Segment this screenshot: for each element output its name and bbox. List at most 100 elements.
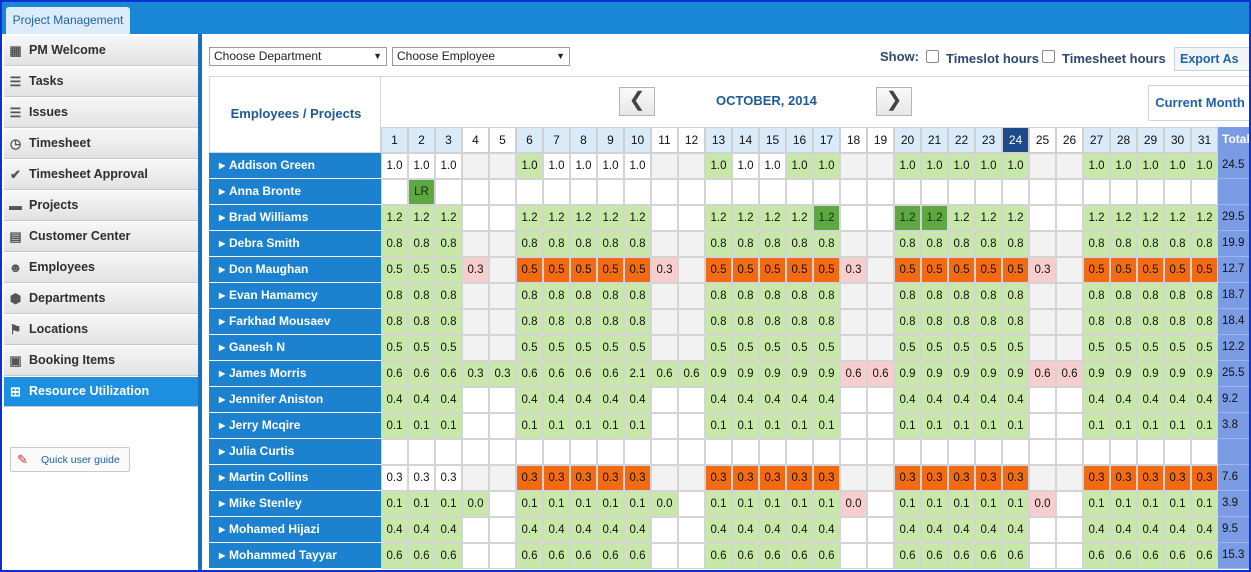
utilization-cell[interactable]: 0.5 bbox=[1137, 257, 1164, 283]
utilization-cell[interactable]: 0.5 bbox=[1137, 335, 1164, 361]
utilization-cell[interactable]: 0.9 bbox=[1164, 361, 1191, 387]
utilization-cell[interactable]: 1.2 bbox=[1110, 205, 1137, 231]
utilization-cell[interactable] bbox=[1029, 205, 1056, 231]
utilization-cell[interactable]: 0.6 bbox=[624, 543, 651, 569]
sidebar-item-pm-welcome[interactable]: ▦ PM Welcome bbox=[4, 36, 198, 66]
utilization-cell[interactable]: 0.6 bbox=[1164, 543, 1191, 569]
utilization-cell[interactable]: 0.6 bbox=[543, 543, 570, 569]
utilization-cell[interactable] bbox=[462, 439, 489, 465]
expand-arrow-icon[interactable]: ▶ bbox=[219, 283, 225, 308]
utilization-cell[interactable]: 0.8 bbox=[1164, 283, 1191, 309]
utilization-cell[interactable] bbox=[840, 283, 867, 309]
utilization-cell[interactable]: 1.2 bbox=[1002, 205, 1029, 231]
utilization-cell[interactable] bbox=[678, 205, 705, 231]
utilization-cell[interactable]: 0.6 bbox=[1056, 361, 1083, 387]
utilization-cell[interactable]: 0.4 bbox=[1002, 517, 1029, 543]
utilization-cell[interactable]: 1.0 bbox=[921, 153, 948, 179]
tab-project-management[interactable]: Project Management bbox=[6, 7, 130, 34]
utilization-cell[interactable]: 1.0 bbox=[948, 153, 975, 179]
utilization-cell[interactable]: 0.8 bbox=[381, 231, 408, 257]
utilization-cell[interactable] bbox=[462, 517, 489, 543]
employee-row-header[interactable]: ▶ Martin Collins bbox=[209, 465, 381, 491]
utilization-cell[interactable]: 0.6 bbox=[435, 361, 462, 387]
utilization-cell[interactable]: 0.6 bbox=[408, 543, 435, 569]
utilization-cell[interactable] bbox=[840, 543, 867, 569]
utilization-cell[interactable] bbox=[1029, 387, 1056, 413]
utilization-cell[interactable]: 1.0 bbox=[759, 153, 786, 179]
expand-arrow-icon[interactable]: ▶ bbox=[219, 179, 225, 204]
utilization-cell[interactable]: 0.1 bbox=[705, 491, 732, 517]
utilization-cell[interactable]: 0.8 bbox=[1083, 283, 1110, 309]
utilization-cell[interactable] bbox=[867, 543, 894, 569]
utilization-cell[interactable] bbox=[1056, 309, 1083, 335]
utilization-cell[interactable] bbox=[1002, 179, 1029, 205]
utilization-cell[interactable] bbox=[651, 413, 678, 439]
utilization-cell[interactable]: 0.6 bbox=[1002, 543, 1029, 569]
utilization-cell[interactable]: 0.8 bbox=[516, 283, 543, 309]
utilization-cell[interactable]: 0.3 bbox=[786, 465, 813, 491]
employee-row-header[interactable]: ▶ Anna Bronte bbox=[209, 179, 381, 205]
utilization-cell[interactable] bbox=[489, 335, 516, 361]
utilization-cell[interactable]: 0.5 bbox=[894, 257, 921, 283]
utilization-cell[interactable] bbox=[840, 205, 867, 231]
utilization-cell[interactable]: 0.5 bbox=[1191, 335, 1218, 361]
utilization-cell[interactable]: 0.1 bbox=[732, 491, 759, 517]
utilization-cell[interactable]: 0.1 bbox=[948, 413, 975, 439]
utilization-cell[interactable]: 0.8 bbox=[408, 309, 435, 335]
utilization-cell[interactable] bbox=[516, 179, 543, 205]
utilization-cell[interactable]: 1.2 bbox=[813, 205, 840, 231]
utilization-cell[interactable]: 0.8 bbox=[1137, 309, 1164, 335]
utilization-cell[interactable] bbox=[381, 439, 408, 465]
utilization-cell[interactable]: 0.3 bbox=[1137, 465, 1164, 491]
utilization-cell[interactable]: 0.4 bbox=[381, 387, 408, 413]
utilization-cell[interactable] bbox=[489, 231, 516, 257]
utilization-cell[interactable]: 1.0 bbox=[894, 153, 921, 179]
utilization-cell[interactable]: 0.5 bbox=[732, 257, 759, 283]
utilization-cell[interactable]: 0.4 bbox=[624, 517, 651, 543]
utilization-cell[interactable]: 0.4 bbox=[786, 387, 813, 413]
utilization-cell[interactable]: 0.8 bbox=[1164, 309, 1191, 335]
utilization-cell[interactable]: 0.6 bbox=[435, 543, 462, 569]
utilization-cell[interactable]: 1.0 bbox=[624, 153, 651, 179]
utilization-cell[interactable]: 0.8 bbox=[597, 283, 624, 309]
utilization-cell[interactable]: 0.4 bbox=[570, 517, 597, 543]
utilization-cell[interactable] bbox=[1029, 179, 1056, 205]
utilization-cell[interactable]: 0.1 bbox=[1164, 491, 1191, 517]
utilization-cell[interactable]: 0.8 bbox=[921, 309, 948, 335]
utilization-cell[interactable]: 0.6 bbox=[867, 361, 894, 387]
utilization-cell[interactable]: 0.1 bbox=[759, 413, 786, 439]
utilization-cell[interactable] bbox=[1056, 543, 1083, 569]
utilization-cell[interactable]: 0.3 bbox=[462, 361, 489, 387]
utilization-cell[interactable]: 0.1 bbox=[786, 413, 813, 439]
utilization-cell[interactable]: 1.2 bbox=[597, 205, 624, 231]
expand-arrow-icon[interactable]: ▶ bbox=[219, 309, 225, 334]
utilization-cell[interactable] bbox=[1029, 517, 1056, 543]
utilization-cell[interactable]: 0.4 bbox=[1164, 517, 1191, 543]
utilization-cell[interactable]: 0.5 bbox=[570, 335, 597, 361]
utilization-cell[interactable]: 1.2 bbox=[624, 205, 651, 231]
utilization-cell[interactable]: 1.2 bbox=[948, 205, 975, 231]
quick-user-guide-button[interactable]: ✎ Quick user guide bbox=[10, 447, 130, 472]
utilization-cell[interactable]: 1.0 bbox=[435, 153, 462, 179]
utilization-cell[interactable]: 0.5 bbox=[1110, 257, 1137, 283]
utilization-cell[interactable]: 0.6 bbox=[678, 361, 705, 387]
expand-arrow-icon[interactable]: ▶ bbox=[219, 465, 225, 490]
utilization-cell[interactable]: 2.1 bbox=[624, 361, 651, 387]
department-select[interactable]: Choose Department ▼ bbox=[209, 47, 387, 66]
utilization-cell[interactable] bbox=[462, 465, 489, 491]
utilization-cell[interactable]: LR bbox=[408, 179, 435, 205]
utilization-cell[interactable]: 0.6 bbox=[381, 543, 408, 569]
utilization-cell[interactable] bbox=[1110, 439, 1137, 465]
employee-select[interactable]: Choose Employee ▼ bbox=[392, 47, 570, 66]
utilization-cell[interactable]: 0.8 bbox=[705, 283, 732, 309]
utilization-cell[interactable]: 0.8 bbox=[705, 309, 732, 335]
utilization-cell[interactable] bbox=[570, 179, 597, 205]
utilization-cell[interactable]: 0.1 bbox=[1191, 413, 1218, 439]
utilization-cell[interactable]: 0.8 bbox=[894, 309, 921, 335]
utilization-cell[interactable] bbox=[489, 179, 516, 205]
utilization-cell[interactable]: 0.6 bbox=[921, 543, 948, 569]
utilization-cell[interactable]: 0.5 bbox=[597, 335, 624, 361]
employee-row-header[interactable]: ▶ James Morris bbox=[209, 361, 381, 387]
utilization-cell[interactable] bbox=[840, 387, 867, 413]
utilization-cell[interactable]: 0.4 bbox=[732, 387, 759, 413]
